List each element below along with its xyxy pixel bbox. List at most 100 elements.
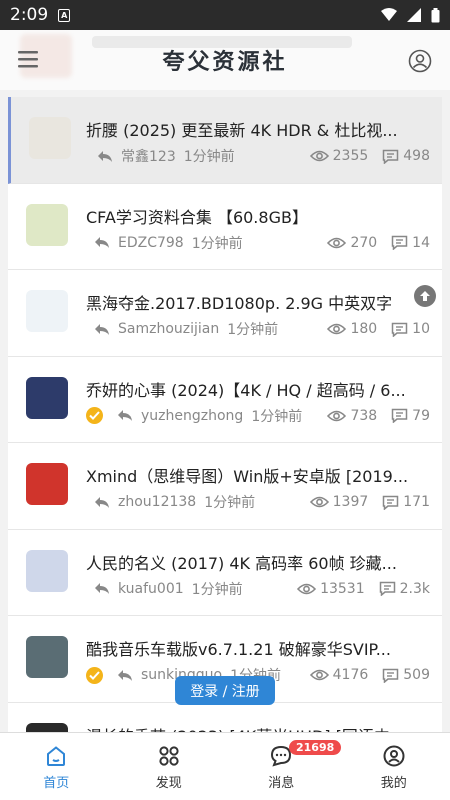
post-title: 折腰 (2025) 更至最新 4K HDR & 杜比视... [86, 121, 398, 140]
comments-icon [379, 581, 396, 596]
post-author[interactable]: Samzhouzijian [118, 321, 219, 337]
post-row[interactable]: 乔妍的心事 (2024)【4K / HQ / 超高码 / 6... yuzheng… [8, 356, 442, 443]
post-meta: zhou12138 1分钟前 1397 171 [86, 491, 430, 513]
reply-icon [97, 150, 113, 163]
home-icon [47, 746, 66, 766]
views-icon [309, 149, 329, 163]
post-time: 1分钟前 [204, 495, 256, 511]
view-count: 4176 [332, 667, 369, 683]
reply-icon [117, 669, 133, 682]
comment-count: 171 [403, 494, 430, 510]
scroll-top-icon[interactable] [414, 285, 436, 307]
bottom-tab-bar: 首页 发现 消息 21698 我的 [0, 732, 450, 800]
comment-count: 14 [412, 234, 430, 251]
view-count: 738 [350, 407, 378, 424]
reply-icon [117, 409, 133, 422]
tab-profile[interactable]: 我的 [338, 733, 450, 800]
post-title: 酷我音乐车载版v6.7.1.21 破解豪华SVIP... [86, 640, 391, 659]
app-header: 夸父资源社 [0, 30, 450, 90]
view-count: 270 [350, 234, 378, 251]
tab-profile-label: 我的 [380, 776, 407, 791]
avatar [26, 376, 68, 419]
tab-messages[interactable]: 消息 21698 [225, 733, 342, 800]
status-time: 2:09 [10, 5, 49, 25]
post-time: 1分钟前 [191, 581, 243, 598]
post-time: 1分钟前 [191, 235, 243, 252]
app-title: 夸父资源社 [162, 49, 288, 75]
views-icon [327, 322, 347, 336]
views-icon [309, 668, 329, 682]
post-time: 1分钟前 [251, 408, 303, 425]
post-time: 1分钟前 [183, 149, 235, 165]
comment-count: 2.3k [399, 580, 430, 597]
views-icon [297, 582, 317, 596]
post-meta: yuzhengzhong 1分钟前 738 79 [86, 405, 430, 427]
post-meta: 常鑫123 1分钟前 2355 498 [89, 145, 430, 167]
post-title: Xmind（思维导图）Win版+安卓版 [2019... [86, 467, 409, 486]
reply-icon [94, 582, 110, 595]
post-author[interactable]: zhou12138 [118, 494, 196, 510]
reply-icon [94, 236, 110, 249]
post-row[interactable]: 折腰 (2025) 更至最新 4K HDR & 杜比视... 常鑫123 1分钟前 2… [8, 97, 442, 184]
avatar [26, 549, 68, 592]
view-count: 2355 [332, 148, 369, 164]
user-icon[interactable] [408, 49, 432, 73]
avatar [26, 290, 68, 332]
post-row[interactable]: Xmind（思维导图）Win版+安卓版 [2019... zhou12138 1分钟… [8, 443, 442, 530]
view-count: 13531 [320, 580, 365, 597]
comments-icon [382, 668, 399, 683]
post-title: CFA学习资料合集 【60.8GB】 [86, 207, 308, 227]
comment-count: 10 [412, 321, 430, 337]
avatar [26, 203, 68, 246]
comments-icon [391, 322, 408, 337]
post-meta: Samzhouzijian 1分钟前 180 10 [86, 318, 430, 340]
tab-home[interactable]: 首页 [0, 733, 113, 800]
comment-count: 79 [412, 407, 430, 424]
battery-icon [431, 7, 440, 22]
avatar [26, 636, 68, 678]
grid-icon [159, 746, 179, 766]
status-bar: 2:09 A [0, 0, 450, 30]
comments-icon [382, 495, 399, 510]
post-title: 黑海夺金.2017.BD1080p. 2.9G 中英双字 [86, 294, 393, 313]
login-register-button[interactable]: 登录 / 注册 [175, 676, 275, 705]
signal-icon [407, 8, 421, 22]
post-author[interactable]: yuzhengzhong [141, 408, 243, 424]
comments-icon [391, 408, 408, 423]
comments-icon [391, 235, 408, 250]
views-icon [309, 495, 329, 509]
view-count: 1397 [332, 494, 369, 510]
profile-icon [383, 745, 405, 767]
post-row[interactable]: CFA学习资料合集 【60.8GB】 EDZC798 1分钟前 270 14 [8, 183, 442, 270]
post-meta: EDZC798 1分钟前 270 14 [86, 232, 430, 254]
message-count-badge: 21698 [289, 740, 342, 755]
views-icon [327, 236, 347, 250]
menu-icon[interactable] [18, 50, 40, 68]
post-time: 1分钟前 [227, 322, 279, 338]
tab-home-label: 首页 [43, 776, 70, 791]
sim-icon: A [58, 8, 71, 22]
avatar [29, 117, 71, 159]
comment-count: 509 [403, 667, 430, 683]
reply-icon [94, 323, 110, 336]
reply-icon [94, 496, 110, 509]
view-count: 180 [350, 321, 378, 337]
wifi-icon [381, 8, 397, 21]
post-title: 人民的名义 (2017) 4K 高码率 60帧 珍藏... [86, 553, 397, 573]
post-title: 乔妍的心事 (2024)【4K / HQ / 超高码 / 6... [86, 380, 406, 400]
post-author[interactable]: kuafu001 [118, 581, 184, 597]
verified-badge-icon [86, 666, 103, 684]
tab-discover[interactable]: 发现 [113, 733, 226, 800]
post-author[interactable]: 常鑫123 [121, 146, 176, 166]
post-row[interactable]: 黑海夺金.2017.BD1080p. 2.9G 中英双字 Samzhouzijia… [8, 270, 442, 357]
verified-badge-icon [86, 407, 103, 424]
comments-icon [382, 149, 399, 164]
avatar [26, 463, 68, 505]
post-author[interactable]: EDZC798 [118, 235, 184, 251]
views-icon [327, 409, 347, 423]
tab-discover-label: 发现 [155, 776, 182, 791]
post-meta: kuafu001 1分钟前 13531 2.3k [86, 578, 430, 600]
comment-count: 498 [403, 148, 430, 164]
tab-messages-label: 消息 [268, 776, 295, 791]
post-row[interactable]: 人民的名义 (2017) 4K 高码率 60帧 珍藏... kuafu001 1分钟… [8, 529, 442, 616]
